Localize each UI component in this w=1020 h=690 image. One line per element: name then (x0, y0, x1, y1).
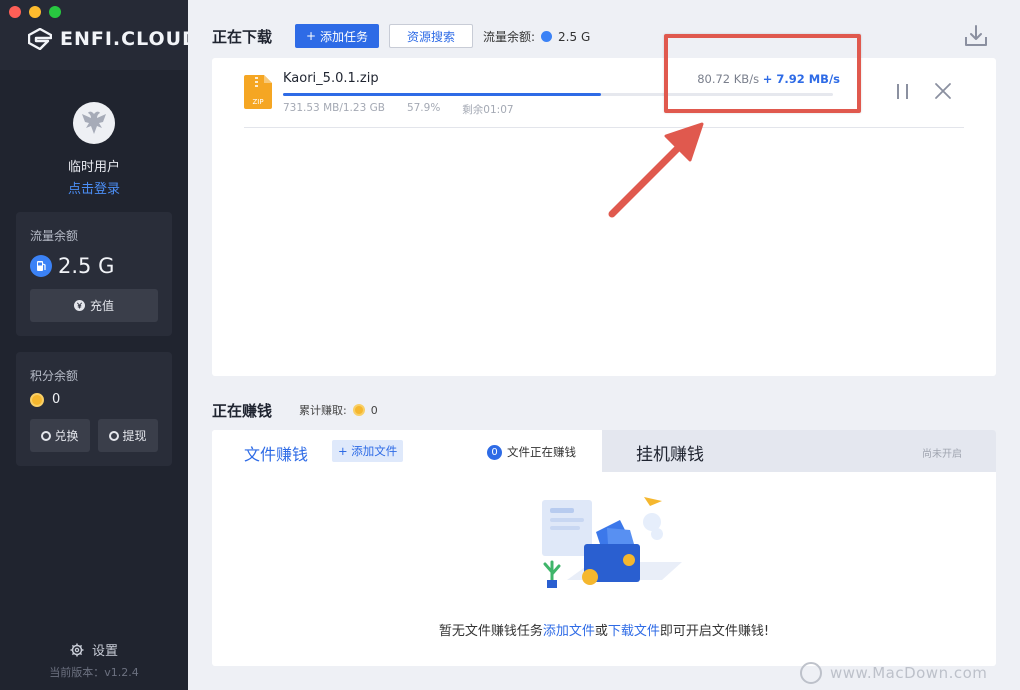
points-value: 0 (52, 392, 61, 407)
sidebar: ENFI.CLOUD 临时用户 点击登录 流量余额 2.5 G 充值 积分余额 … (0, 0, 198, 690)
earning-title: 正在赚钱 (212, 402, 273, 420)
total-earned-label: 累计赚取: (299, 404, 347, 417)
download-tray-icon[interactable] (962, 22, 990, 50)
header-balance: 流量余额: 2.5 G (483, 28, 590, 45)
empty-prefix: 暂无文件赚钱任务 (438, 624, 543, 639)
percent: 57.9% (406, 102, 441, 114)
tab-idle-label[interactable]: 挂机赚钱 (636, 440, 704, 465)
add-task-label: 添加任务 (320, 29, 369, 44)
idle-status: 尚未开启 (922, 449, 962, 460)
settings-button[interactable]: 设置 (0, 640, 188, 659)
close-window-button[interactable] (9, 6, 21, 18)
traffic-card: 流量余额 2.5 G 充值 (16, 212, 172, 336)
total-earned: 累计赚取: 0 (299, 402, 378, 418)
points-label: 积分余额 (30, 369, 79, 383)
exchange-button[interactable]: 兑换 (30, 419, 90, 452)
resource-search-button[interactable]: 资源搜索 (389, 24, 473, 48)
plus-icon: + (305, 29, 317, 43)
file-name: Kaori_5.0.1.zip (283, 71, 379, 86)
downloading-title: 正在下载 (212, 28, 273, 46)
count-badge: 0 (487, 444, 502, 460)
annotation-highlight-box (664, 34, 861, 113)
coin-icon (30, 392, 44, 407)
withdraw-button[interactable]: 提现 (98, 419, 158, 452)
tab-file-earning[interactable]: 文件赚钱 + 添加文件 0 文件正在赚钱 (212, 430, 602, 472)
watermark: www.MacDown.com (800, 662, 987, 684)
pause-icon (897, 84, 899, 99)
zip-badge-text: ZIP (252, 98, 263, 106)
recharge-label: 充值 (89, 299, 114, 313)
pause-button[interactable] (895, 84, 911, 100)
add-file-button[interactable]: + 添加文件 (332, 440, 404, 462)
fuel-icon (30, 255, 52, 277)
zoom-window-button[interactable] (49, 6, 61, 18)
exchange-icon (41, 430, 52, 441)
tab-file-label[interactable]: 文件赚钱 (244, 441, 308, 465)
bird-avatar-icon (82, 111, 106, 134)
gear-icon (70, 643, 84, 656)
empty-suffix: 即可开启文件赚钱! (659, 624, 770, 639)
minimize-window-button[interactable] (29, 6, 41, 18)
add-task-button[interactable]: + 添加任务 (295, 24, 379, 48)
main-area: 正在下载 + 添加任务 资源搜索 流量余额: 2.5 G ZIP Kaori_5… (188, 0, 1020, 690)
exchange-label: 兑换 (54, 429, 79, 443)
window-controls (9, 6, 61, 18)
file-size: 731.53 MB/1.23 GB (283, 102, 385, 114)
empty-or: 或 (594, 624, 608, 639)
traffic-balance: 2.5 G (30, 254, 114, 278)
file-count-label: 文件正在赚钱 (507, 445, 576, 459)
withdraw-icon (109, 430, 120, 441)
balance-value: 2.5 G (558, 29, 591, 44)
enfi-logo-icon (28, 28, 52, 50)
withdraw-label: 提现 (122, 429, 147, 443)
annotation-arrow-icon (608, 122, 704, 218)
watermark-logo-icon (800, 662, 822, 684)
tab-idle-earning[interactable]: 挂机赚钱 尚未开启 (602, 430, 996, 472)
traffic-value: 2.5 G (58, 254, 115, 278)
settings-label: 设置 (91, 644, 118, 659)
avatar[interactable] (73, 102, 115, 144)
watermark-text: www.MacDown.com (830, 664, 988, 682)
fuel-icon (541, 31, 553, 42)
time-remaining: 剩余01:07 (462, 104, 514, 116)
app-logo: ENFI.CLOUD (28, 28, 199, 50)
empty-message: 暂无文件赚钱任务添加文件或下载文件即可开启文件赚钱! (212, 620, 996, 639)
coin-icon (352, 404, 365, 416)
pause-icon-bar (906, 84, 908, 99)
close-icon[interactable] (934, 82, 952, 100)
total-earned-value: 0 (370, 403, 378, 417)
username: 临时用户 (67, 160, 120, 175)
yen-icon (73, 300, 85, 311)
zip-file-icon: ZIP (244, 75, 272, 109)
download-meta: 731.53 MB/1.23 GB 57.9% 剩余01:07 (283, 102, 514, 117)
balance-label: 流量余额: (483, 30, 536, 44)
download-file-link[interactable]: 下载文件 (608, 624, 660, 639)
login-link[interactable]: 点击登录 (0, 178, 188, 197)
points-card: 积分余额 0 兑换 提现 (16, 352, 172, 466)
progress-fill (283, 93, 602, 96)
recharge-button[interactable]: 充值 (30, 289, 158, 322)
points-balance: 0 (30, 392, 60, 407)
earning-panel: 文件赚钱 + 添加文件 0 文件正在赚钱 挂机赚钱 尚未开启 暂无文件赚钱任务添… (212, 430, 996, 666)
file-earning-count: 0 文件正在赚钱 (487, 444, 576, 460)
app-name: ENFI.CLOUD (60, 28, 199, 50)
traffic-label: 流量余额 (30, 229, 79, 243)
version-text: 当前版本：v1.2.4 (49, 666, 139, 679)
add-file-link[interactable]: 添加文件 (543, 624, 595, 639)
empty-wallet-illustration (542, 497, 682, 588)
